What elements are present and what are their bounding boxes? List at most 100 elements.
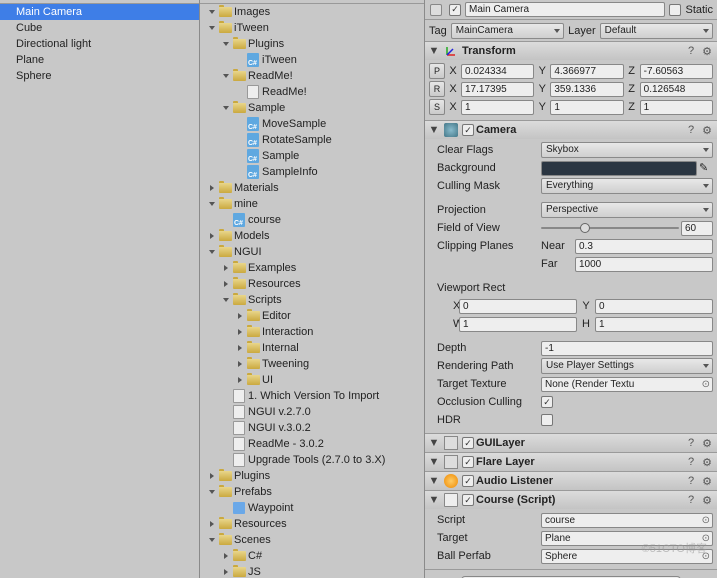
project-item[interactable]: Resources [200, 276, 424, 292]
foldout-icon[interactable] [206, 182, 218, 194]
occlusion-culling-checkbox[interactable]: ✓ [541, 396, 553, 408]
clear-flags-dropdown[interactable]: Skybox [541, 142, 713, 158]
project-item[interactable]: Internal [200, 340, 424, 356]
project-item[interactable]: Scripts [200, 292, 424, 308]
project-item[interactable]: Plugins [200, 36, 424, 52]
project-item[interactable]: ReadMe - 3.0.2 [200, 436, 424, 452]
rotation-z-input[interactable] [640, 82, 713, 97]
project-item[interactable]: Upgrade Tools (2.7.0 to 3.X) [200, 452, 424, 468]
help-icon[interactable]: ? [684, 455, 698, 469]
depth-input[interactable] [541, 341, 713, 356]
rendering-path-dropdown[interactable]: Use Player Settings [541, 358, 713, 374]
culling-mask-dropdown[interactable]: Everything [541, 178, 713, 194]
project-item[interactable]: Resources [200, 516, 424, 532]
eyedropper-icon[interactable]: ✎ [699, 161, 713, 175]
project-item[interactable]: JS [200, 564, 424, 578]
far-input[interactable] [575, 257, 713, 272]
rotation-button[interactable]: R [429, 81, 445, 97]
foldout-icon[interactable] [220, 262, 232, 274]
help-icon[interactable]: ? [684, 493, 698, 507]
foldout-icon[interactable]: ▼ [428, 437, 440, 449]
gear-icon[interactable]: ⚙ [700, 44, 714, 58]
project-item[interactable]: Sample [200, 148, 424, 164]
hierarchy-item[interactable]: Sphere [0, 68, 199, 84]
position-button[interactable]: P [429, 63, 445, 79]
project-item[interactable]: Images [200, 4, 424, 20]
foldout-icon[interactable]: ▼ [428, 494, 440, 506]
foldout-icon[interactable] [206, 486, 218, 498]
project-item[interactable]: NGUI [200, 244, 424, 260]
foldout-icon[interactable] [206, 6, 218, 18]
project-item[interactable]: C# [200, 548, 424, 564]
active-checkbox[interactable]: ✓ [449, 4, 461, 16]
background-color-field[interactable] [541, 161, 697, 176]
foldout-icon[interactable]: ▼ [428, 45, 440, 57]
gear-icon[interactable]: ⚙ [700, 436, 714, 450]
project-item[interactable]: RotateSample [200, 132, 424, 148]
foldout-icon[interactable] [206, 230, 218, 242]
foldout-icon[interactable] [234, 358, 246, 370]
enable-checkbox[interactable]: ✓ [462, 494, 474, 506]
position-y-input[interactable] [550, 64, 623, 79]
project-item[interactable]: Sample [200, 100, 424, 116]
fov-input[interactable] [681, 221, 713, 236]
scale-x-input[interactable] [461, 100, 534, 115]
tag-dropdown[interactable]: MainCamera [451, 23, 564, 39]
project-item[interactable]: Prefabs [200, 484, 424, 500]
position-x-input[interactable] [461, 64, 534, 79]
gear-icon[interactable]: ⚙ [700, 123, 714, 137]
layer-dropdown[interactable]: Default [600, 23, 713, 39]
project-item[interactable]: Waypoint [200, 500, 424, 516]
project-item[interactable]: iTween [200, 20, 424, 36]
gear-icon[interactable]: ⚙ [700, 455, 714, 469]
gear-icon[interactable]: ⚙ [700, 493, 714, 507]
foldout-icon[interactable] [234, 374, 246, 386]
enable-checkbox[interactable]: ✓ [462, 124, 474, 136]
help-icon[interactable]: ? [684, 436, 698, 450]
foldout-icon[interactable] [220, 38, 232, 50]
hierarchy-item[interactable]: Plane [0, 52, 199, 68]
foldout-icon[interactable] [220, 550, 232, 562]
script-field[interactable]: course [541, 513, 713, 528]
project-item[interactable]: Tweening [200, 356, 424, 372]
gameobject-name-input[interactable] [465, 2, 665, 17]
scale-y-input[interactable] [550, 100, 623, 115]
enable-checkbox[interactable]: ✓ [462, 456, 474, 468]
rotation-x-input[interactable] [461, 82, 534, 97]
project-item[interactable]: Scenes [200, 532, 424, 548]
viewport-y-input[interactable] [595, 299, 713, 314]
project-item[interactable]: Examples [200, 260, 424, 276]
foldout-icon[interactable] [206, 246, 218, 258]
project-item[interactable]: course [200, 212, 424, 228]
project-item[interactable]: NGUI v.2.7.0 [200, 404, 424, 420]
foldout-icon[interactable] [234, 326, 246, 338]
project-item[interactable]: NGUI v.3.0.2 [200, 420, 424, 436]
project-item[interactable]: ReadMe! [200, 68, 424, 84]
foldout-icon[interactable] [206, 22, 218, 34]
foldout-icon[interactable] [234, 310, 246, 322]
hierarchy-item[interactable]: Directional light [0, 36, 199, 52]
foldout-icon[interactable]: ▼ [428, 475, 440, 487]
help-icon[interactable]: ? [684, 123, 698, 137]
foldout-icon[interactable]: ▼ [428, 456, 440, 468]
target-texture-field[interactable]: None (Render Textu [541, 377, 713, 392]
project-item[interactable]: ReadMe! [200, 84, 424, 100]
project-item[interactable]: Editor [200, 308, 424, 324]
fov-slider[interactable] [541, 221, 679, 235]
foldout-icon[interactable] [234, 342, 246, 354]
position-z-input[interactable] [640, 64, 713, 79]
foldout-icon[interactable] [220, 566, 232, 578]
foldout-icon[interactable] [220, 102, 232, 114]
viewport-x-input[interactable] [459, 299, 577, 314]
hierarchy-item[interactable]: Cube [0, 20, 199, 36]
enable-checkbox[interactable]: ✓ [462, 475, 474, 487]
project-item[interactable]: Plugins [200, 468, 424, 484]
project-item[interactable]: UI [200, 372, 424, 388]
foldout-icon[interactable] [206, 470, 218, 482]
project-item[interactable]: mine [200, 196, 424, 212]
hdr-checkbox[interactable] [541, 414, 553, 426]
enable-checkbox[interactable]: ✓ [462, 437, 474, 449]
projection-dropdown[interactable]: Perspective [541, 202, 713, 218]
scale-z-input[interactable] [640, 100, 713, 115]
project-item[interactable]: MoveSample [200, 116, 424, 132]
